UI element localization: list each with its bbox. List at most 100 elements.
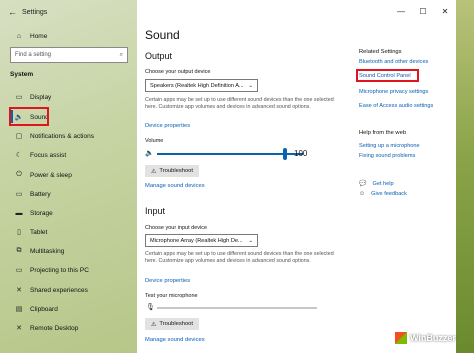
maximize-icon[interactable]: ☐ <box>412 0 434 22</box>
projecting-icon: ▭ <box>15 267 23 274</box>
titlebar: ← Settings <box>0 0 137 24</box>
sidebar-item-label: Shared experiences <box>30 286 88 294</box>
sidebar-item-label: Clipboard <box>30 305 58 313</box>
sidebar-item-remote-desktop[interactable]: ✕ Remote Desktop <box>0 319 137 337</box>
sidebar-item-label: Tablet <box>30 228 48 236</box>
tablet-icon: ▯ <box>17 229 21 236</box>
sidebar-item-power-sleep[interactable]: ⏻ Power & sleep <box>0 166 137 184</box>
output-device-properties-link[interactable]: Device properties <box>145 123 190 129</box>
volume-slider-thumb[interactable] <box>283 148 287 160</box>
button-label: Troubleshoot <box>159 321 194 327</box>
give-feedback-label: Give feedback <box>371 191 407 197</box>
display-icon: ▭ <box>15 94 23 101</box>
page-title: Sound <box>145 28 180 42</box>
microphone-icon: 🎙 <box>146 304 155 311</box>
sidebar-item-battery[interactable]: ▭ Battery <box>0 185 137 203</box>
input-device-value: Microphone Array (Realtek High De... <box>150 237 243 244</box>
test-microphone-label: Test your microphone <box>145 293 198 299</box>
input-manage-devices-link[interactable]: Manage sound devices <box>145 337 205 343</box>
section-label-system: System <box>10 71 34 78</box>
output-heading: Output <box>145 51 173 61</box>
related-settings-heading: Related Settings <box>359 49 402 55</box>
sidebar: ← Settings ⌂ Home Find a setting ⌕ Syste… <box>0 0 137 353</box>
bluetooth-devices-link[interactable]: Bluetooth and other devices <box>359 59 428 65</box>
shared-experiences-icon: ✕ <box>16 287 22 294</box>
input-heading: Input <box>145 206 166 216</box>
multitasking-icon: ⧉ <box>16 247 22 254</box>
give-feedback-link[interactable]: ☺ Give feedback <box>359 191 407 197</box>
fix-sound-problems-link[interactable]: Fixing sound problems <box>359 153 415 159</box>
microphone-privacy-link[interactable]: Microphone privacy settings <box>359 89 428 95</box>
input-troubleshoot-button[interactable]: ⚠ Troubleshoot <box>145 318 200 330</box>
volume-value: 100 <box>294 149 308 158</box>
sidebar-item-label: Remote Desktop <box>30 324 79 332</box>
sidebar-item-label: Storage <box>30 209 53 217</box>
sound-highlight-box <box>9 107 49 126</box>
ease-of-access-audio-link[interactable]: Ease of Access audio settings <box>359 103 433 109</box>
setup-microphone-link[interactable]: Setting up a microphone <box>359 143 420 149</box>
output-device-value: Speakers (Realtek High Definition A... <box>150 82 244 89</box>
power-icon: ⏻ <box>16 171 22 178</box>
search-input[interactable]: Find a setting ⌕ <box>10 47 128 63</box>
minimize-icon[interactable]: — <box>390 0 412 22</box>
sidebar-item-clipboard[interactable]: ▤ Clipboard <box>0 300 137 318</box>
remote-desktop-icon: ✕ <box>16 325 22 332</box>
input-device-select[interactable]: Microphone Array (Realtek High De... ⌄ <box>145 234 258 247</box>
output-device-select[interactable]: Speakers (Realtek High Definition A... ⌄ <box>145 79 258 92</box>
output-choose-label: Choose your output device <box>145 69 211 75</box>
sidebar-item-home[interactable]: ⌂ Home <box>0 27 137 45</box>
winbuzzer-logo-icon <box>395 332 407 344</box>
sidebar-item-label: Display <box>30 93 52 101</box>
sidebar-item-label: Focus assist <box>30 151 67 159</box>
warning-icon: ⚠ <box>151 321 157 328</box>
button-label: Troubleshoot <box>159 168 194 174</box>
sidebar-item-label: Multitasking <box>30 247 65 255</box>
search-icon: ⌕ <box>119 51 123 58</box>
sidebar-item-shared-experiences[interactable]: ✕ Shared experiences <box>0 281 137 299</box>
window-title: Settings <box>22 8 48 16</box>
warning-icon: ⚠ <box>151 168 157 175</box>
sidebar-item-label: Home <box>30 32 48 40</box>
watermark-text: WinBuzzer <box>410 333 456 343</box>
volume-label: Volume <box>145 138 164 144</box>
sidebar-item-display[interactable]: ▭ Display <box>0 88 137 106</box>
sidebar-item-focus-assist[interactable]: ☾ Focus assist <box>0 146 137 164</box>
main-panel: — ☐ ✕ Sound Output Choose your output de… <box>137 0 456 353</box>
chat-bubble-icon: 💬 <box>359 181 367 187</box>
get-help-label: Get help <box>372 180 394 187</box>
output-manage-devices-link[interactable]: Manage sound devices <box>145 183 205 189</box>
input-choose-label: Choose your input device <box>145 225 208 231</box>
watermark: WinBuzzer <box>395 327 465 349</box>
volume-slider-track[interactable] <box>157 153 303 155</box>
back-arrow-icon[interactable]: ← <box>8 7 22 17</box>
home-icon: ⌂ <box>16 32 22 40</box>
notifications-icon: ▢ <box>15 133 23 140</box>
chevron-down-icon: ⌄ <box>248 237 253 244</box>
sidebar-item-projecting[interactable]: ▭ Projecting to this PC <box>0 261 137 279</box>
sidebar-item-multitasking[interactable]: ⧉ Multitasking <box>0 242 137 260</box>
output-troubleshoot-button[interactable]: ⚠ Troubleshoot <box>145 165 200 177</box>
sound-control-panel-highlight <box>356 69 419 82</box>
battery-icon: ▭ <box>15 191 23 198</box>
sidebar-item-notifications[interactable]: ▢ Notifications & actions <box>0 127 137 145</box>
help-heading: Help from the web <box>359 130 407 136</box>
close-icon[interactable]: ✕ <box>434 0 456 22</box>
input-description: Certain apps may be set up to use differ… <box>145 251 334 264</box>
get-help-link[interactable]: 💬 Get help <box>359 180 394 188</box>
sidebar-item-label: Projecting to this PC <box>30 266 89 274</box>
feedback-icon: ☺ <box>359 191 366 197</box>
sidebar-item-tablet[interactable]: ▯ Tablet <box>0 223 137 241</box>
focus-assist-icon: ☾ <box>15 152 23 159</box>
sidebar-item-label: Power & sleep <box>30 171 72 179</box>
sidebar-item-storage[interactable]: ▬ Storage <box>0 204 137 222</box>
microphone-level-meter <box>157 307 317 309</box>
clipboard-icon: ▤ <box>15 306 23 313</box>
settings-window: ← Settings ⌂ Home Find a setting ⌕ Syste… <box>0 0 456 353</box>
output-description: Certain apps may be set up to use differ… <box>145 97 334 110</box>
sidebar-item-label: Notifications & actions <box>30 132 94 140</box>
speaker-volume-icon[interactable]: 🔈 <box>145 149 154 157</box>
sidebar-item-label: Battery <box>30 190 51 198</box>
input-device-properties-link[interactable]: Device properties <box>145 278 190 284</box>
chevron-down-icon: ⌄ <box>248 82 253 89</box>
search-placeholder: Find a setting <box>15 52 52 58</box>
